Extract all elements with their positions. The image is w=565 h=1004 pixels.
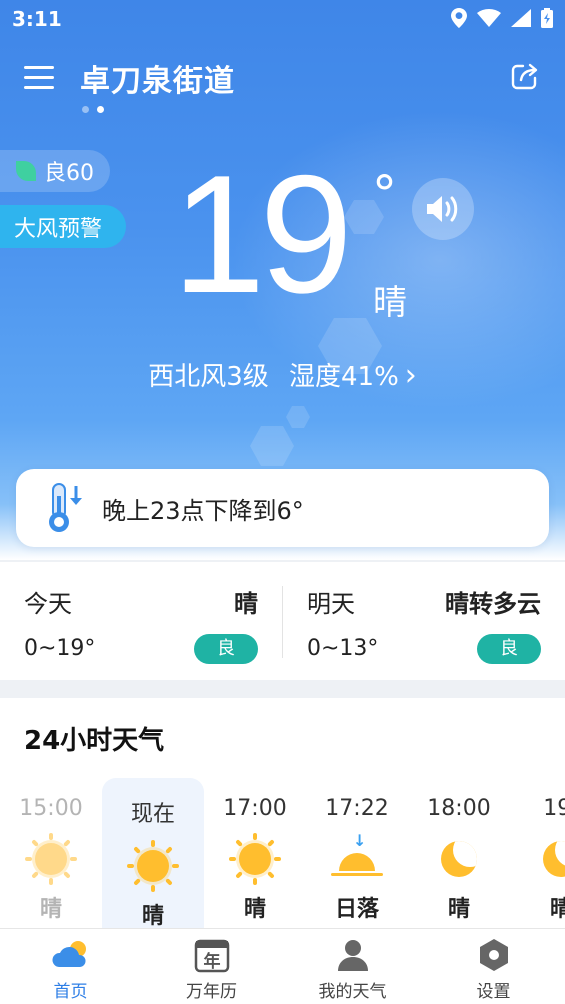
day-aqi-badge: 良 bbox=[194, 634, 258, 664]
day-name: 明天 bbox=[307, 590, 355, 618]
sun-icon bbox=[127, 840, 179, 892]
nav-home[interactable]: 首页 bbox=[0, 929, 141, 1004]
moon-icon bbox=[433, 833, 485, 885]
tomorrow-forecast[interactable]: 明天 晴转多云 0~13° 良 bbox=[283, 562, 565, 680]
hour-condition: 晴 bbox=[447, 897, 470, 922]
signal-icon bbox=[511, 9, 531, 27]
hour-time: 现在 bbox=[130, 802, 175, 827]
hour-condition: 晴 bbox=[39, 897, 62, 922]
hour-item[interactable]: 17:22 ↓ 日落 bbox=[306, 778, 408, 938]
person-icon bbox=[333, 937, 373, 973]
settings-icon bbox=[474, 937, 514, 973]
bottom-navigation: 首页 年 万年历 我的天气 设置 bbox=[0, 928, 565, 1004]
temperature-notice-card[interactable]: 晚上23点下降到6° bbox=[16, 469, 549, 547]
day-temp-range: 0~13° bbox=[307, 636, 379, 661]
notice-text: 晚上23点下降到6° bbox=[102, 496, 304, 525]
aqi-label: 良60 bbox=[44, 161, 94, 186]
weather-home-icon bbox=[51, 937, 91, 973]
weather-alert-badge[interactable]: 大风预警 bbox=[0, 205, 126, 248]
day-name: 今天 bbox=[24, 590, 72, 618]
hour-time: 18:00 bbox=[427, 796, 491, 821]
hour-time: 17:00 bbox=[223, 796, 287, 821]
hour-condition: 晴 bbox=[549, 897, 565, 922]
degree-symbol: ° bbox=[372, 165, 397, 223]
page-dot-active bbox=[97, 106, 104, 113]
location-icon bbox=[451, 8, 467, 28]
nav-label: 首页 bbox=[53, 982, 88, 1002]
nav-label: 我的天气 bbox=[318, 982, 387, 1002]
menu-icon-bar bbox=[24, 76, 54, 79]
page-dot bbox=[82, 106, 89, 113]
hour-time: 19: bbox=[543, 796, 565, 821]
wind-humidity-row[interactable]: 西北风3级 湿度41% › bbox=[0, 356, 565, 393]
speaker-icon bbox=[427, 196, 458, 222]
thermometer-down-icon bbox=[42, 482, 86, 534]
leaf-icon bbox=[16, 161, 36, 181]
moon-icon bbox=[535, 833, 565, 885]
calendar-icon: 年 bbox=[192, 937, 232, 973]
hour-condition: 晴 bbox=[243, 897, 266, 922]
nav-settings[interactable]: 设置 bbox=[423, 929, 564, 1004]
hour-item-now[interactable]: 现在 晴 bbox=[102, 778, 204, 938]
share-button[interactable] bbox=[509, 60, 541, 92]
day-condition: 晴转多云 bbox=[445, 590, 541, 618]
status-icons bbox=[451, 8, 553, 28]
aqi-badge[interactable]: 良60 bbox=[0, 150, 110, 192]
decor-hexagon bbox=[250, 426, 294, 466]
day-temp-range: 0~19° bbox=[24, 636, 96, 661]
alert-label: 大风预警 bbox=[14, 216, 103, 242]
sun-icon bbox=[25, 833, 77, 885]
chevron-right-icon: › bbox=[404, 358, 417, 393]
hour-item[interactable]: 15:00 晴 bbox=[0, 778, 102, 938]
hour-condition: 晴 bbox=[141, 904, 164, 929]
menu-icon-bar bbox=[24, 86, 54, 89]
sunset-icon: ↓ bbox=[331, 831, 383, 885]
humidity-text: 湿度41% bbox=[289, 362, 399, 392]
two-day-forecast: 今天 晴 0~19° 良 明天 晴转多云 0~13° 良 bbox=[0, 562, 565, 680]
current-temperature: 19 bbox=[172, 140, 353, 328]
wind-text: 西北风3级 bbox=[148, 362, 269, 392]
hour-time: 17:22 bbox=[325, 796, 389, 821]
status-time: 3:11 bbox=[12, 7, 62, 31]
hour-condition: 日落 bbox=[334, 897, 379, 922]
voice-broadcast-button[interactable] bbox=[412, 178, 474, 240]
today-forecast[interactable]: 今天 晴 0~19° 良 bbox=[0, 562, 282, 680]
hour-item[interactable]: 17:00 晴 bbox=[204, 778, 306, 938]
nav-my-weather[interactable]: 我的天气 bbox=[282, 929, 423, 1004]
nav-label: 设置 bbox=[476, 982, 511, 1002]
hourly-forecast: 24小时天气 15:00 晴 现在 晴 17:00 晴 17:22 ↓ 日落 1… bbox=[0, 698, 565, 938]
top-bar: 卓刀泉街道 bbox=[0, 48, 565, 108]
location-title[interactable]: 卓刀泉街道 bbox=[80, 56, 235, 100]
hour-time: 15:00 bbox=[19, 796, 83, 821]
svg-text:年: 年 bbox=[203, 951, 220, 972]
nav-label: 万年历 bbox=[186, 982, 237, 1002]
nav-calendar[interactable]: 年 万年历 bbox=[141, 929, 282, 1004]
wifi-icon bbox=[477, 9, 501, 27]
menu-button[interactable] bbox=[24, 64, 56, 90]
page-indicator bbox=[82, 106, 104, 113]
hour-item[interactable]: 18:00 晴 bbox=[408, 778, 510, 938]
hourly-title: 24小时天气 bbox=[24, 726, 165, 756]
day-condition: 晴 bbox=[234, 590, 258, 618]
menu-icon bbox=[24, 66, 54, 69]
status-bar: 3:11 bbox=[0, 0, 565, 38]
hour-item[interactable]: 19: 晴 bbox=[510, 778, 565, 938]
day-aqi-badge: 良 bbox=[477, 634, 541, 664]
hourly-list[interactable]: 15:00 晴 现在 晴 17:00 晴 17:22 ↓ 日落 18:00 晴 … bbox=[0, 778, 565, 938]
share-icon bbox=[511, 63, 538, 90]
battery-icon bbox=[541, 8, 553, 28]
current-condition: 晴 bbox=[373, 283, 407, 323]
sun-icon bbox=[229, 833, 281, 885]
